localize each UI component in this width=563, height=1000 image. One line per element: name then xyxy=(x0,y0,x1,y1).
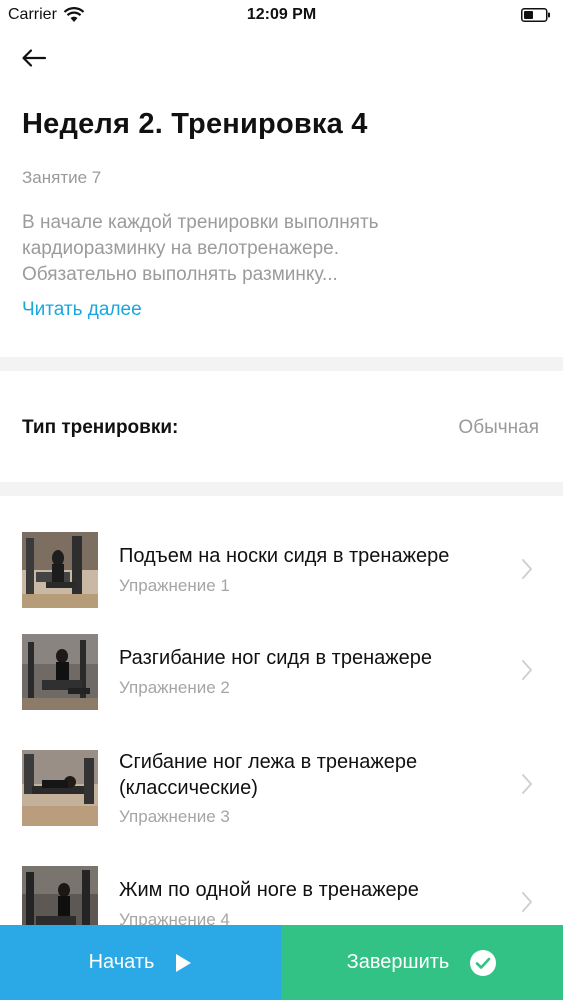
description-line: Обязательно выполнять разминку... xyxy=(22,264,338,285)
workout-type-row: Тип тренировки: Обычная xyxy=(0,372,563,482)
lesson-subtitle: Занятие 7 xyxy=(22,168,102,187)
chevron-right-icon xyxy=(522,774,532,794)
exercise-item[interactable]: Жим по одной ноге в тренажере Упражнение… xyxy=(0,846,563,942)
description-line: кардиоразминку на велотренажере. xyxy=(22,238,339,259)
section-divider xyxy=(0,357,563,371)
workout-description: В начале каждой тренировки выполнять кар… xyxy=(22,210,542,288)
exercise-number: Упражнение 3 xyxy=(119,807,230,826)
exercise-title-line: Разгибание ног сидя в тренажере xyxy=(119,647,432,669)
workout-type-value: Обычная xyxy=(458,417,539,438)
finish-button[interactable]: Завершить xyxy=(281,925,563,1000)
exercise-item[interactable]: Разгибание ног сидя в тренажере Упражнен… xyxy=(0,599,563,729)
battery-icon xyxy=(521,8,550,22)
exercise-title-line: Жим по одной ноге в тренажере xyxy=(119,879,419,901)
exercise-thumbnail xyxy=(22,634,98,710)
workout-type-label: Тип тренировки: xyxy=(22,417,179,438)
exercise-title: Разгибание ног сидя в тренажере xyxy=(119,645,509,671)
status-time: 12:09 PM xyxy=(246,6,317,23)
exercise-title: Жим по одной ноге в тренажере xyxy=(119,877,509,903)
back-arrow-icon xyxy=(22,49,47,67)
exercise-title-line: Сгибание ног лежа в тренажере xyxy=(119,751,418,773)
exercise-thumbnail xyxy=(22,532,98,608)
bottom-action-bar: Начать Завершить xyxy=(0,925,563,1000)
check-circle-icon xyxy=(469,949,497,977)
exercise-title-line: Подъем на носки сидя в тренажере xyxy=(119,545,450,567)
chevron-right-icon xyxy=(522,892,532,912)
exercise-title-line: (классические) xyxy=(119,777,258,799)
play-icon xyxy=(174,953,192,973)
read-more-link[interactable]: Читать далее xyxy=(22,299,142,321)
description-line: В начале каждой тренировки выполнять xyxy=(22,212,379,233)
finish-button-label: Завершить xyxy=(346,951,450,973)
chevron-right-icon xyxy=(522,660,532,680)
section-divider xyxy=(0,482,563,496)
exercise-title: Сгибание ног лежа в тренажере (классичес… xyxy=(119,749,509,801)
chevron-right-icon xyxy=(522,559,532,579)
back-button[interactable] xyxy=(18,44,50,72)
exercise-thumbnail xyxy=(22,750,98,826)
exercise-number: Упражнение 1 xyxy=(119,576,230,595)
exercise-item[interactable]: Сгибание ног лежа в тренажере (классичес… xyxy=(0,715,563,865)
status-bar: Carrier 12:09 PM xyxy=(0,0,563,30)
exercise-title: Подъем на носки сидя в тренажере xyxy=(119,543,509,569)
start-button[interactable]: Начать xyxy=(0,925,281,1000)
page-title: Неделя 2. Тренировка 4 xyxy=(22,108,368,140)
start-button-label: Начать xyxy=(88,951,155,973)
exercise-number: Упражнение 2 xyxy=(119,678,230,697)
